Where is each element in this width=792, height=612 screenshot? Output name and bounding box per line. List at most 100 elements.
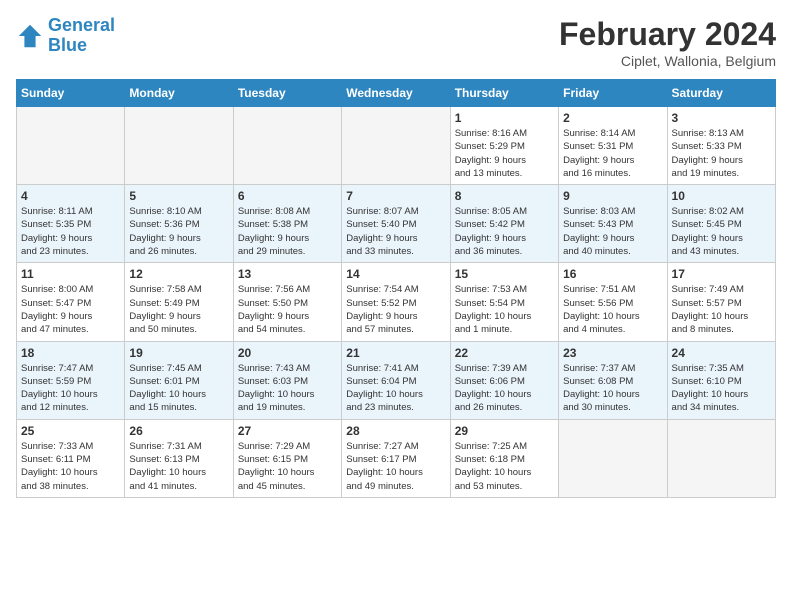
- day-info: Sunrise: 7:31 AM Sunset: 6:13 PM Dayligh…: [129, 440, 228, 493]
- day-number: 16: [563, 267, 662, 281]
- location: Ciplet, Wallonia, Belgium: [559, 53, 776, 69]
- col-header-thursday: Thursday: [450, 80, 558, 107]
- calendar-cell: 29 Sunrise: 7:25 AM Sunset: 6:18 PM Dayli…: [450, 419, 558, 497]
- day-info: Sunrise: 7:45 AM Sunset: 6:01 PM Dayligh…: [129, 362, 228, 415]
- day-number: 21: [346, 346, 445, 360]
- day-number: 1: [455, 111, 554, 125]
- calendar-week-row: 18 Sunrise: 7:47 AM Sunset: 5:59 PM Dayli…: [17, 341, 776, 419]
- day-number: 7: [346, 189, 445, 203]
- day-number: 4: [21, 189, 120, 203]
- calendar-cell: 2Sunrise: 8:14 AM Sunset: 5:31 PM Daylig…: [559, 107, 667, 185]
- day-number: 28: [346, 424, 445, 438]
- calendar-cell: 26Sunrise: 7:31 AM Sunset: 6:13 PM Dayli…: [125, 419, 233, 497]
- day-info: Sunrise: 7:25 AM Sunset: 6:18 PM Dayligh…: [455, 440, 554, 493]
- day-info: Sunrise: 8:07 AM Sunset: 5:40 PM Dayligh…: [346, 205, 445, 258]
- calendar-table: SundayMondayTuesdayWednesdayThursdayFrid…: [16, 79, 776, 498]
- calendar-cell: 15 Sunrise: 7:53 AM Sunset: 5:54 PM Dayli…: [450, 263, 558, 341]
- day-info: Sunrise: 7:49 AM Sunset: 5:57 PM Dayligh…: [672, 283, 771, 336]
- day-number: 22: [455, 346, 554, 360]
- day-number: 23: [563, 346, 662, 360]
- day-info: Sunrise: 8:11 AM Sunset: 5:35 PM Dayligh…: [21, 205, 120, 258]
- calendar-cell: 9 Sunrise: 8:03 AM Sunset: 5:43 PM Daylig…: [559, 185, 667, 263]
- day-number: 10: [672, 189, 771, 203]
- day-number: 15: [455, 267, 554, 281]
- day-info: Sunrise: 7:54 AM Sunset: 5:52 PM Dayligh…: [346, 283, 445, 336]
- day-info: Sunrise: 7:29 AM Sunset: 6:15 PM Dayligh…: [238, 440, 337, 493]
- calendar-cell: 11 Sunrise: 8:00 AM Sunset: 5:47 PM Dayli…: [17, 263, 125, 341]
- calendar-cell: 28Sunrise: 7:27 AM Sunset: 6:17 PM Dayli…: [342, 419, 450, 497]
- calendar-cell: 13 Sunrise: 7:56 AM Sunset: 5:50 PM Dayli…: [233, 263, 341, 341]
- day-info: Sunrise: 8:13 AM Sunset: 5:33 PM Dayligh…: [672, 127, 771, 180]
- col-header-monday: Monday: [125, 80, 233, 107]
- page-header: General Blue February 2024 Ciplet, Wallo…: [16, 16, 776, 69]
- calendar-cell: 7 Sunrise: 8:07 AM Sunset: 5:40 PM Daylig…: [342, 185, 450, 263]
- col-header-sunday: Sunday: [17, 80, 125, 107]
- day-info: Sunrise: 7:58 AM Sunset: 5:49 PM Dayligh…: [129, 283, 228, 336]
- day-number: 27: [238, 424, 337, 438]
- calendar-week-row: 1 Sunrise: 8:16 AM Sunset: 5:29 PM Daylig…: [17, 107, 776, 185]
- day-info: Sunrise: 7:43 AM Sunset: 6:03 PM Dayligh…: [238, 362, 337, 415]
- day-number: 24: [672, 346, 771, 360]
- month-year: February 2024: [559, 16, 776, 53]
- calendar-cell: 27 Sunrise: 7:29 AM Sunset: 6:15 PM Dayli…: [233, 419, 341, 497]
- calendar-cell: 23 Sunrise: 7:37 AM Sunset: 6:08 PM Dayli…: [559, 341, 667, 419]
- day-info: Sunrise: 7:51 AM Sunset: 5:56 PM Dayligh…: [563, 283, 662, 336]
- calendar-cell: 22 Sunrise: 7:39 AM Sunset: 6:06 PM Dayli…: [450, 341, 558, 419]
- calendar-cell: [342, 107, 450, 185]
- calendar-cell: 1 Sunrise: 8:16 AM Sunset: 5:29 PM Daylig…: [450, 107, 558, 185]
- day-number: 3: [672, 111, 771, 125]
- calendar-cell: 10 Sunrise: 8:02 AM Sunset: 5:45 PM Dayli…: [667, 185, 775, 263]
- col-header-friday: Friday: [559, 80, 667, 107]
- day-number: 17: [672, 267, 771, 281]
- day-number: 6: [238, 189, 337, 203]
- day-number: 18: [21, 346, 120, 360]
- calendar-week-row: 25Sunrise: 7:33 AM Sunset: 6:11 PM Dayli…: [17, 419, 776, 497]
- calendar-week-row: 4 Sunrise: 8:11 AM Sunset: 5:35 PM Daylig…: [17, 185, 776, 263]
- logo: General Blue: [16, 16, 115, 56]
- day-info: Sunrise: 7:53 AM Sunset: 5:54 PM Dayligh…: [455, 283, 554, 336]
- day-info: Sunrise: 8:16 AM Sunset: 5:29 PM Dayligh…: [455, 127, 554, 180]
- day-info: Sunrise: 7:56 AM Sunset: 5:50 PM Dayligh…: [238, 283, 337, 336]
- calendar-cell: 16 Sunrise: 7:51 AM Sunset: 5:56 PM Dayli…: [559, 263, 667, 341]
- calendar-cell: 4 Sunrise: 8:11 AM Sunset: 5:35 PM Daylig…: [17, 185, 125, 263]
- day-number: 20: [238, 346, 337, 360]
- day-info: Sunrise: 8:05 AM Sunset: 5:42 PM Dayligh…: [455, 205, 554, 258]
- calendar-cell: 19 Sunrise: 7:45 AM Sunset: 6:01 PM Dayli…: [125, 341, 233, 419]
- day-info: Sunrise: 8:02 AM Sunset: 5:45 PM Dayligh…: [672, 205, 771, 258]
- day-info: Sunrise: 7:37 AM Sunset: 6:08 PM Dayligh…: [563, 362, 662, 415]
- day-info: Sunrise: 7:39 AM Sunset: 6:06 PM Dayligh…: [455, 362, 554, 415]
- day-number: 12: [129, 267, 228, 281]
- calendar-cell: 14 Sunrise: 7:54 AM Sunset: 5:52 PM Dayli…: [342, 263, 450, 341]
- logo-icon: [16, 22, 44, 50]
- day-number: 5: [129, 189, 228, 203]
- calendar-cell: [667, 419, 775, 497]
- calendar-header-row: SundayMondayTuesdayWednesdayThursdayFrid…: [17, 80, 776, 107]
- calendar-cell: 3 Sunrise: 8:13 AM Sunset: 5:33 PM Daylig…: [667, 107, 775, 185]
- day-info: Sunrise: 8:08 AM Sunset: 5:38 PM Dayligh…: [238, 205, 337, 258]
- calendar-cell: 17 Sunrise: 7:49 AM Sunset: 5:57 PM Dayli…: [667, 263, 775, 341]
- calendar-cell: [17, 107, 125, 185]
- day-info: Sunrise: 8:00 AM Sunset: 5:47 PM Dayligh…: [21, 283, 120, 336]
- day-info: Sunrise: 7:33 AM Sunset: 6:11 PM Dayligh…: [21, 440, 120, 493]
- title-block: February 2024 Ciplet, Wallonia, Belgium: [559, 16, 776, 69]
- calendar-cell: 5Sunrise: 8:10 AM Sunset: 5:36 PM Daylig…: [125, 185, 233, 263]
- col-header-saturday: Saturday: [667, 80, 775, 107]
- calendar-cell: 24Sunrise: 7:35 AM Sunset: 6:10 PM Dayli…: [667, 341, 775, 419]
- day-number: 11: [21, 267, 120, 281]
- calendar-cell: 21 Sunrise: 7:41 AM Sunset: 6:04 PM Dayli…: [342, 341, 450, 419]
- day-number: 9: [563, 189, 662, 203]
- day-number: 29: [455, 424, 554, 438]
- col-header-wednesday: Wednesday: [342, 80, 450, 107]
- day-info: Sunrise: 7:41 AM Sunset: 6:04 PM Dayligh…: [346, 362, 445, 415]
- calendar-cell: [125, 107, 233, 185]
- calendar-week-row: 11 Sunrise: 8:00 AM Sunset: 5:47 PM Dayli…: [17, 263, 776, 341]
- day-number: 14: [346, 267, 445, 281]
- calendar-cell: [233, 107, 341, 185]
- calendar-cell: 25Sunrise: 7:33 AM Sunset: 6:11 PM Dayli…: [17, 419, 125, 497]
- day-info: Sunrise: 8:03 AM Sunset: 5:43 PM Dayligh…: [563, 205, 662, 258]
- day-number: 8: [455, 189, 554, 203]
- logo-text: General Blue: [48, 16, 115, 56]
- day-info: Sunrise: 7:47 AM Sunset: 5:59 PM Dayligh…: [21, 362, 120, 415]
- day-number: 13: [238, 267, 337, 281]
- day-number: 19: [129, 346, 228, 360]
